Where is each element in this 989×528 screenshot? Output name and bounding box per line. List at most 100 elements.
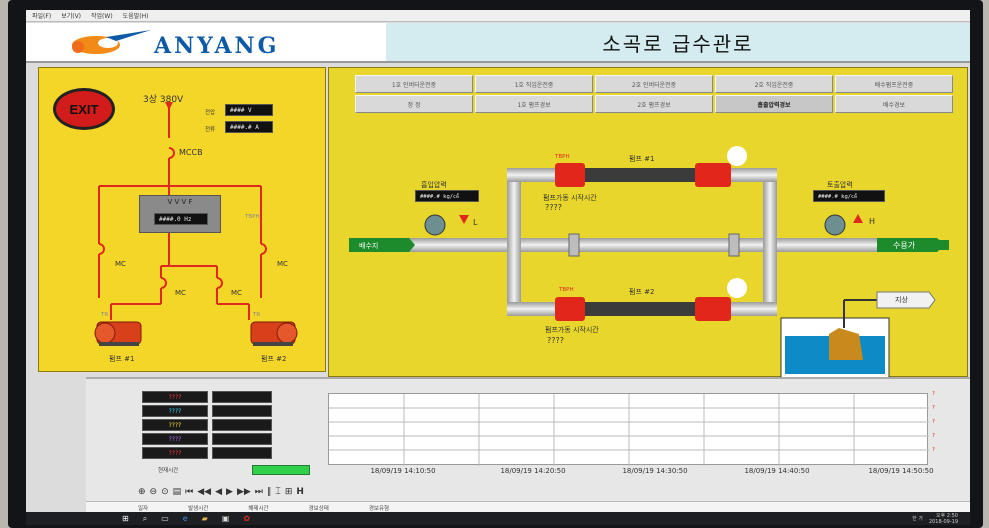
mccb-label: MCCB xyxy=(179,148,203,157)
discharge-gauge-icon xyxy=(824,214,846,236)
pump-1-status-lamp xyxy=(727,146,747,166)
first-page-icon[interactable]: ⏮ xyxy=(185,487,193,497)
frequency-meter: ####.0 Hz xyxy=(154,213,208,225)
bottom-panel: ???? ???? ???? ???? ???? 현재시간 ? ? ? ? ? … xyxy=(86,377,970,525)
step-back-icon[interactable]: ◀ xyxy=(215,487,222,497)
pump-2-body-icon xyxy=(585,302,695,316)
browser-icon[interactable]: e xyxy=(183,514,188,523)
current-time-indicator xyxy=(252,465,310,475)
menu-bar: 파일(F) 보기(V) 작업(W) 도움말(H) xyxy=(26,10,970,22)
low-alarm-icon xyxy=(459,215,469,224)
alarm-col-state: 경보상태 xyxy=(308,505,329,512)
pause-icon[interactable]: ‖ xyxy=(267,487,272,497)
print-icon[interactable]: ▤ xyxy=(173,487,182,497)
high-alarm-label: H xyxy=(869,217,876,226)
status-row-5-text: ???? xyxy=(168,449,182,457)
menu-help[interactable]: 도움말(H) xyxy=(123,11,149,20)
ime-indicator[interactable]: 한 가 xyxy=(912,515,923,522)
trend-time-4: 18/09/19 14:40:50 xyxy=(744,467,810,475)
trend-chart[interactable] xyxy=(328,393,929,466)
tbph-1-label: TBPH xyxy=(555,154,570,160)
status-row-3: ???? xyxy=(142,419,208,431)
clock-date: 2018-09-19 xyxy=(928,518,958,525)
zoom-reset-icon[interactable]: ⊙ xyxy=(161,487,169,497)
last-page-icon[interactable]: ⏭ xyxy=(255,487,263,497)
clock[interactable]: 오후 2:50 2018-09-19 xyxy=(929,513,958,525)
suction-pressure-label: 흡입압력 xyxy=(421,181,447,189)
app-icon[interactable]: ✿ xyxy=(243,514,250,523)
menu-task[interactable]: 작업(W) xyxy=(91,11,113,20)
current-time-label: 현재시간 xyxy=(158,468,179,474)
hold-icon[interactable]: H xyxy=(296,487,304,497)
pump-2-start-value: ???? xyxy=(547,336,564,345)
alarm-col-date: 일자 xyxy=(138,505,149,512)
alarm-col-type: 경보유형 xyxy=(368,505,390,512)
status-row-1-text: ???? xyxy=(168,393,182,401)
trend-grid xyxy=(329,394,929,466)
status-row-2: ???? xyxy=(142,405,208,417)
pump-2-motor-icon xyxy=(250,321,298,346)
electrical-panel: EXIT 3상 380V 전압 #### V 전류 ####.# A MCCB … xyxy=(38,67,326,372)
trend-axis-marker-5: ? xyxy=(932,447,935,453)
trend-time-2: 18/09/19 14:20:50 xyxy=(500,467,566,475)
zoom-out-icon[interactable]: ⊖ xyxy=(150,487,158,497)
trend-toolbar: ⊕ ⊖ ⊙ ▤ ⏮ ◀◀ ◀ ▶ ▶▶ ⏭ ‖ ⌶ ⊞ H xyxy=(86,485,970,499)
status-row-3-text: ???? xyxy=(168,421,182,429)
page-title: 소곡로 급수관로 xyxy=(386,23,970,61)
suction-pressure-meter: ####.# kg/㎠ xyxy=(415,190,479,202)
process-panel: 1호 인버터운전중 1호 직입운전중 2호 인버터운전중 2호 직입운전중 배수… xyxy=(328,67,968,378)
pump-2-label: 펌프 #2 xyxy=(261,355,287,363)
header: ANYANG 소곡로 급수관로 xyxy=(26,23,970,63)
pump-1-body-icon xyxy=(585,168,695,182)
trend-time-3: 18/09/19 14:30:50 xyxy=(622,467,688,475)
status-value-4 xyxy=(212,433,272,445)
pump-2-inlet-icon xyxy=(555,297,585,321)
pump-2-start-label: 펌프가동 시작시간 xyxy=(545,326,599,334)
pump-1-title: 펌프 #1 xyxy=(629,155,655,163)
discharge-pressure-meter: ####.# kg/㎠ xyxy=(813,190,885,202)
mc-label-4: MC xyxy=(231,289,242,297)
alarm-col-clear: 해제시간 xyxy=(248,505,269,512)
vvvf-title: V V V F xyxy=(167,198,193,206)
store-icon[interactable]: ▣ xyxy=(222,514,230,523)
system-tray: 한 가 오후 2:50 2018-09-19 xyxy=(912,512,958,525)
trend-axis-marker-2: ? xyxy=(932,405,935,411)
menu-view[interactable]: 보기(V) xyxy=(61,11,81,20)
rewind-icon[interactable]: ◀◀ xyxy=(197,487,211,497)
cursor-icon[interactable]: ⌶ xyxy=(275,487,280,497)
trend-time-1: 18/09/19 14:10:50 xyxy=(370,467,436,475)
tbph-label: TBPH xyxy=(245,214,260,220)
tr-label-right: TR xyxy=(253,312,261,318)
step-forward-icon[interactable]: ▶ xyxy=(226,487,233,497)
menu-file[interactable]: 파일(F) xyxy=(32,11,51,20)
task-view-icon[interactable]: ▭ xyxy=(161,514,169,523)
discharge-pressure-label: 토출압력 xyxy=(827,181,853,189)
vvvf-drive: V V V F ####.0 Hz xyxy=(139,195,221,233)
tr-label-left: TR xyxy=(101,312,109,318)
high-alarm-icon xyxy=(853,214,863,223)
status-row-4: ???? xyxy=(142,433,208,445)
pump-1-label: 펌프 #1 xyxy=(109,355,135,363)
search-icon[interactable]: ⌕ xyxy=(143,514,147,524)
fast-forward-icon[interactable]: ▶▶ xyxy=(237,487,251,497)
status-value-2 xyxy=(212,405,272,417)
pump-1-start-label: 펌프가동 시작시간 xyxy=(543,194,597,202)
mc-label-2: MC xyxy=(277,260,288,268)
logo-mark-icon xyxy=(72,30,151,54)
status-value-3 xyxy=(212,419,272,431)
folder-icon[interactable]: ▰ xyxy=(202,514,208,523)
windows-start-icon[interactable]: ⊞ xyxy=(122,514,129,523)
trend-time-5: 18/09/19 14:50:50 xyxy=(868,467,934,475)
grid-icon[interactable]: ⊞ xyxy=(285,487,293,497)
zoom-in-icon[interactable]: ⊕ xyxy=(138,487,146,497)
status-row-2-text: ???? xyxy=(168,407,182,415)
trend-axis-marker-4: ? xyxy=(932,433,935,439)
tbph-2-label: TBPH xyxy=(559,287,574,293)
pump-1-inlet-icon xyxy=(555,163,585,187)
status-row-4-text: ???? xyxy=(168,435,182,443)
alarm-col-occur: 발생시간 xyxy=(188,505,209,512)
logo: ANYANG xyxy=(56,27,396,59)
low-alarm-label: L xyxy=(473,218,478,227)
status-value-1 xyxy=(212,391,272,403)
pump-2-status-lamp xyxy=(727,278,747,298)
